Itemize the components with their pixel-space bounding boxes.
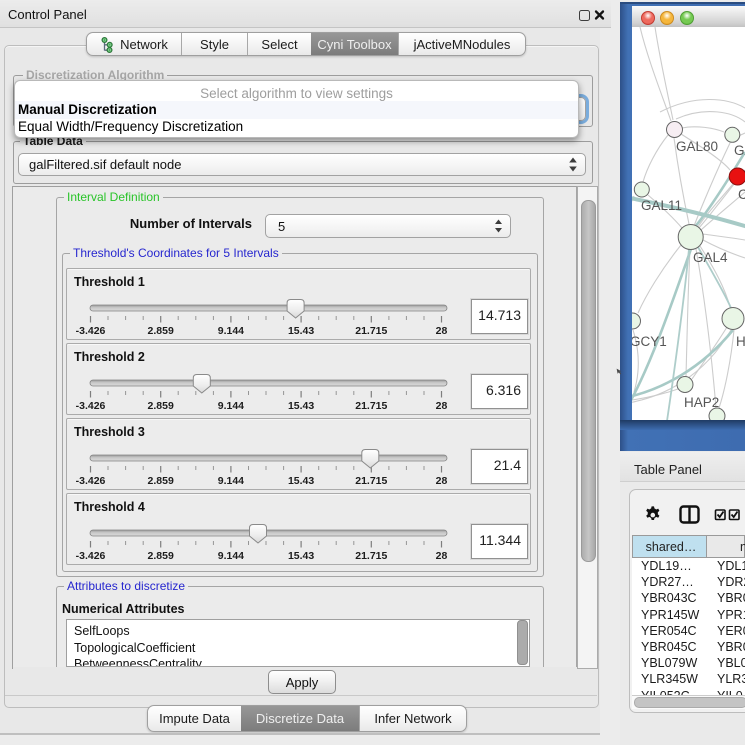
svg-text:Threshold 2: Threshold 2	[74, 350, 145, 364]
svg-text:2.859: 2.859	[148, 400, 174, 412]
svg-text:-3.426: -3.426	[76, 325, 106, 337]
svg-text:28: 28	[436, 475, 448, 487]
svg-text:15.43: 15.43	[288, 400, 314, 412]
svg-text:28: 28	[436, 400, 448, 412]
svg-text:21.715: 21.715	[355, 475, 387, 487]
svg-text:Threshold 3: Threshold 3	[74, 425, 145, 439]
svg-text:GCY1: GCY1	[632, 334, 667, 349]
svg-text:21.715: 21.715	[355, 325, 387, 337]
svg-text:-3.426: -3.426	[76, 400, 106, 412]
svg-text:9.144: 9.144	[218, 325, 244, 337]
svg-text:GA: GA	[734, 143, 745, 158]
svg-text:21.715: 21.715	[355, 550, 387, 562]
svg-text:HAP2: HAP2	[684, 395, 719, 410]
svg-text:9.144: 9.144	[218, 550, 244, 562]
svg-text:Threshold 1: Threshold 1	[74, 275, 145, 289]
svg-text:28: 28	[436, 550, 448, 562]
svg-text:2.859: 2.859	[148, 475, 174, 487]
svg-text:C: C	[738, 187, 745, 202]
svg-text:2.859: 2.859	[148, 325, 174, 337]
svg-text:28: 28	[436, 325, 448, 337]
svg-text:15.43: 15.43	[288, 325, 314, 337]
svg-text:15.43: 15.43	[288, 475, 314, 487]
svg-text:9.144: 9.144	[218, 475, 244, 487]
svg-text:2.859: 2.859	[148, 550, 174, 562]
svg-text:21.715: 21.715	[355, 400, 387, 412]
svg-text:GAL11: GAL11	[641, 198, 682, 213]
svg-text:9.144: 9.144	[218, 400, 244, 412]
svg-text:Threshold 4: Threshold 4	[74, 500, 145, 514]
svg-text:GAL4: GAL4	[693, 250, 728, 265]
svg-text:HI: HI	[736, 334, 745, 349]
svg-text:-3.426: -3.426	[76, 550, 106, 562]
svg-text:-3.426: -3.426	[76, 475, 106, 487]
svg-text:GAL80: GAL80	[676, 139, 718, 154]
svg-text:15.43: 15.43	[288, 550, 314, 562]
